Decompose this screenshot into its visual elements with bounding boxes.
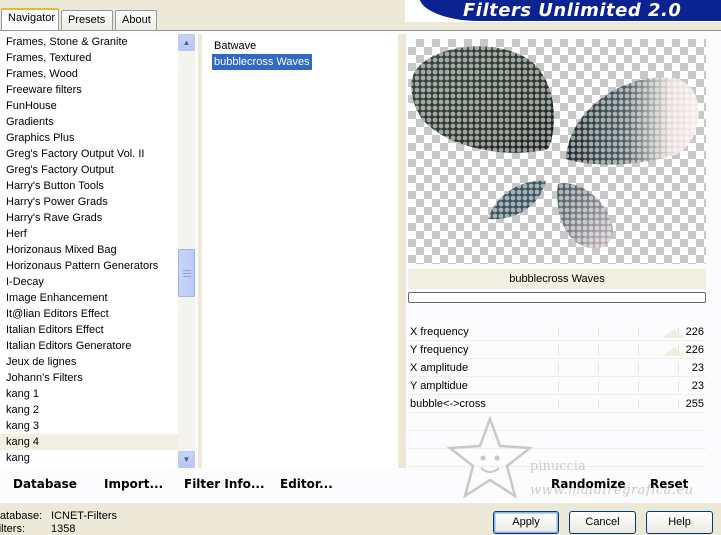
help-button[interactable]: Help [646,511,713,534]
category-item[interactable]: Greg's Factory Output Vol. II [0,146,178,162]
param-row[interactable]: Y frequency 226 [408,341,706,359]
tab-about[interactable]: About [115,10,157,30]
category-item[interactable]: Frames, Stone & Granite [0,34,178,50]
param-value: 23 [691,362,704,374]
filter-item[interactable]: bubblecross Waves [212,54,312,70]
category-item[interactable]: Harry's Rave Grads [0,210,178,226]
scroll-up-button[interactable]: ▲ [178,34,195,51]
category-item[interactable]: Freeware filters [0,82,178,98]
category-item[interactable]: kang 3 [0,418,178,434]
category-item[interactable]: Graphics Plus [0,130,178,146]
param-value: 226 [685,344,704,356]
reset-button[interactable]: Reset [650,477,688,491]
database-label: Database: [0,510,43,522]
category-item[interactable]: FunHouse [0,98,178,114]
filters-count-value: 1358 [51,523,76,535]
category-item[interactable]: It@lian Editors Effect [0,306,178,322]
param-label: Y ampltidue [410,380,468,392]
param-slider-track[interactable] [558,377,679,395]
category-item[interactable]: Harry's Button Tools [0,178,178,194]
slider-marker-icon[interactable] [662,329,686,338]
editor-button[interactable]: Editor... [280,477,333,491]
category-item[interactable]: Jeux de lignes [0,354,178,370]
category-item[interactable]: Italian Editors Generatore [0,338,178,354]
category-item[interactable]: Horizonaus Pattern Generators [0,258,178,274]
param-row[interactable]: X amplitude 23 [408,359,706,377]
slider-marker-icon[interactable] [662,347,686,356]
category-item[interactable]: Image Enhancement [0,290,178,306]
param-slider-track[interactable] [558,359,679,377]
scroll-down-button[interactable]: ▼ [178,451,195,468]
action-bar: Database Import... Filter Info... Editor… [0,471,721,495]
category-item[interactable]: Italian Editors Effect [0,322,178,338]
param-row[interactable]: Y ampltidue 23 [408,377,706,395]
filters-count-label: Filters: [0,523,25,535]
filter-info-button[interactable]: Filter Info... [184,477,265,491]
param-row[interactable]: bubble<->cross 255 [408,395,706,413]
param-label: X amplitude [410,362,469,374]
category-item[interactable]: Herf [0,226,178,242]
column-divider [398,34,406,468]
param-slider-track[interactable] [558,323,679,341]
category-list[interactable]: Frames, Stone & Granite Frames, Textured F… [0,34,178,468]
grip-line [183,273,191,274]
apply-button[interactable]: Apply [493,511,559,534]
filter-list[interactable]: Batwave bubblecross Waves [202,34,398,468]
category-item[interactable]: kang 4 [0,434,178,450]
app-banner: Filters Unlimited 2.0 [405,0,721,22]
category-item[interactable]: Gradients [0,114,178,130]
category-item[interactable]: Johann's Filters [0,370,178,386]
tab-bar: Navigator Presets About [0,8,410,30]
category-item[interactable]: Greg's Factory Output [0,162,178,178]
app-title: Filters Unlimited 2.0 [463,0,682,21]
progress-bar [408,292,706,303]
category-item[interactable]: Harry's Power Grads [0,194,178,210]
param-label: X frequency [410,326,469,338]
param-value: 23 [691,380,704,392]
randomize-button[interactable]: Randomize [551,477,625,491]
import-button[interactable]: Import... [104,477,163,491]
param-slider-track[interactable] [558,395,679,413]
category-item[interactable]: Frames, Textured [0,50,178,66]
filter-item[interactable]: Batwave [212,38,398,54]
param-value: 226 [685,326,704,338]
param-value: 255 [685,398,704,410]
scroll-thumb[interactable] [178,249,195,297]
param-label: bubble<->cross [410,398,486,410]
param-row[interactable]: X frequency 226 [408,323,706,341]
grip-line [183,276,191,277]
param-slider-track[interactable] [558,341,679,359]
category-item[interactable]: Frames, Wood [0,66,178,82]
preview-image [408,39,706,264]
tab-navigator[interactable]: Navigator [1,8,59,30]
category-item[interactable]: Horizonaus Mixed Bag [0,242,178,258]
grip-line [183,270,191,271]
current-filter-name: bubblecross Waves [408,269,706,289]
category-item[interactable]: kang 2 [0,402,178,418]
database-value: ICNET-Filters [51,510,117,522]
category-item[interactable]: kang [0,450,178,466]
tab-presets[interactable]: Presets [61,10,113,30]
preview-artwork [411,46,699,249]
navigator-panel: Frames, Stone & Granite Frames, Textured F… [0,30,721,503]
param-label: Y frequency [410,344,469,356]
category-scrollbar[interactable]: ▲ ▼ [178,34,195,468]
database-button[interactable]: Database [13,477,77,491]
category-item[interactable]: I-Decay [0,274,178,290]
category-item[interactable]: kang 1 [0,386,178,402]
cancel-button[interactable]: Cancel [569,511,636,534]
